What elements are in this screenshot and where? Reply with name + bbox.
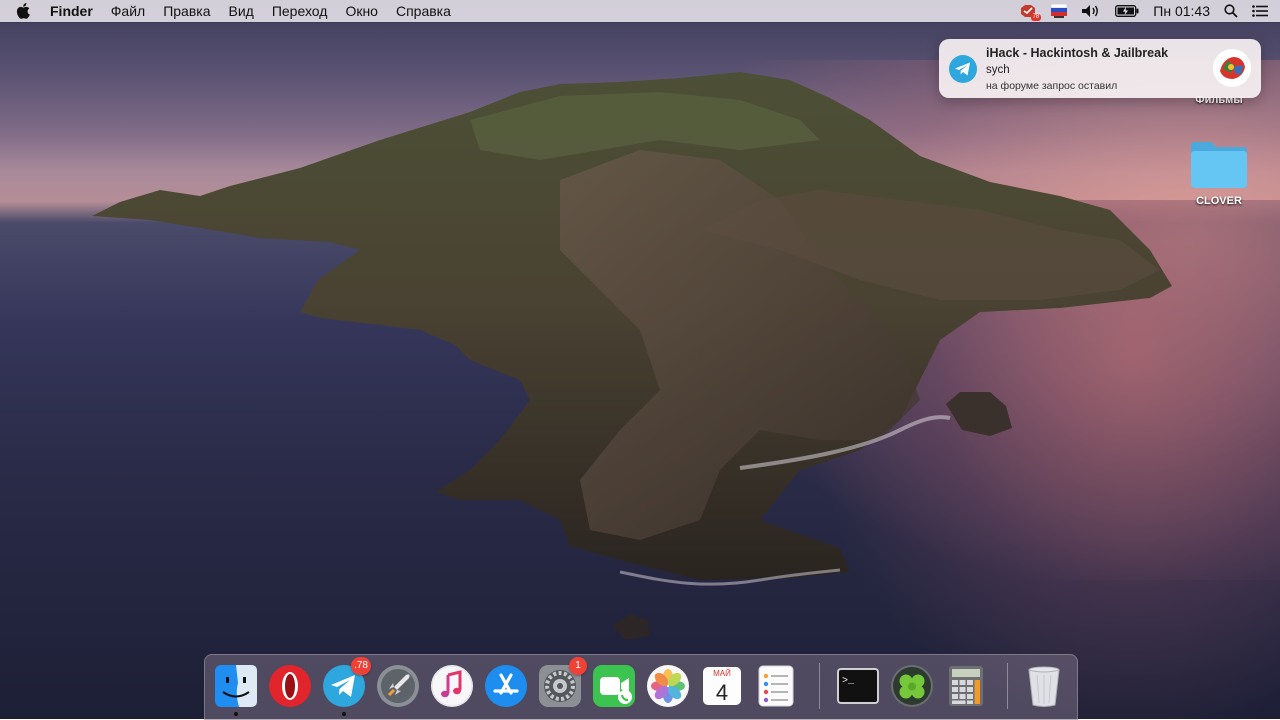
island-illustration <box>92 72 1172 640</box>
telegram-unread-badge: .78 <box>351 657 371 675</box>
clover-icon <box>889 663 935 709</box>
running-indicator <box>342 712 346 716</box>
launchpad-rocket-icon <box>375 663 421 709</box>
telegram-app-icon <box>949 55 977 83</box>
menu-finder[interactable]: Finder <box>50 3 93 19</box>
notification-banner[interactable]: iHack - Hackintosh & Jailbreak sych на ф… <box>939 39 1261 98</box>
menu-window[interactable]: Окно <box>345 3 378 19</box>
app-store-icon <box>483 663 529 709</box>
dock-app-calculator[interactable] <box>943 663 989 709</box>
menu-file[interactable]: Файл <box>111 3 145 19</box>
menu-edit[interactable]: Правка <box>163 3 210 19</box>
input-source-flag-icon[interactable] <box>1051 4 1068 18</box>
dock-app-launchpad[interactable] <box>375 663 421 709</box>
dock-app-trash[interactable] <box>1021 663 1067 709</box>
dock-app-app-store[interactable] <box>483 663 529 709</box>
dock-app-finder[interactable] <box>213 663 259 716</box>
photos-flower-icon <box>645 663 691 709</box>
dock-app-opera[interactable] <box>267 663 313 709</box>
antivirus-status-icon[interactable]: 78 <box>1019 4 1042 21</box>
calendar-month: МАЙ <box>713 669 731 678</box>
notification-center-icon[interactable] <box>1252 5 1268 17</box>
dock-app-terminal[interactable]: >_ <box>835 663 881 709</box>
updates-badge: 1 <box>569 657 587 675</box>
folder-icon <box>1189 142 1249 194</box>
dock-app-photos[interactable] <box>645 663 691 709</box>
calendar-icon: МАЙ 4 <box>703 667 741 705</box>
antivirus-badge: 78 <box>1030 14 1042 21</box>
dock-separator <box>1007 663 1008 709</box>
reminders-list-icon <box>753 663 799 709</box>
menu-go[interactable]: Переход <box>272 3 328 19</box>
dock-app-telegram[interactable]: .78 <box>321 657 371 716</box>
menu-help[interactable]: Справка <box>396 3 451 19</box>
calendar-day: 4 <box>716 680 728 705</box>
calculator-icon <box>943 663 989 709</box>
trash-icon <box>1021 663 1067 709</box>
opera-icon <box>267 663 313 709</box>
facetime-icon <box>591 663 637 709</box>
notification-body: на форуме запрос оставил <box>986 80 1118 92</box>
chat-avatar-icon <box>1213 49 1251 87</box>
desktop-item-clover[interactable]: CLOVER <box>1174 138 1264 207</box>
apple-menu-icon[interactable] <box>16 3 36 19</box>
desktop-wallpaper <box>0 0 1280 719</box>
finder-icon <box>213 663 259 709</box>
dock-app-itunes[interactable] <box>429 663 475 709</box>
dock-app-system-preferences[interactable]: 1 <box>537 657 587 709</box>
notification-title: iHack - Hackintosh & Jailbreak <box>986 46 1169 60</box>
notification-sender: sych <box>986 64 1010 76</box>
dock-app-reminders[interactable] <box>753 663 799 709</box>
dock-separator <box>819 663 820 709</box>
terminal-prompt: >_ <box>842 676 855 687</box>
itunes-note-icon <box>429 663 475 709</box>
menubar-clock[interactable]: Пн 01:43 <box>1153 3 1210 19</box>
terminal-icon: >_ <box>837 668 879 704</box>
battery-icon[interactable] <box>1115 5 1139 17</box>
volume-icon[interactable] <box>1081 4 1101 18</box>
spotlight-search-icon[interactable] <box>1224 4 1238 18</box>
dock: .78 1 МАЙ 4 >_ <box>204 654 1078 720</box>
dock-app-facetime[interactable] <box>591 663 637 709</box>
status-area: 78 Пн 01:43 <box>1005 0 1280 22</box>
menu-bar: Finder Файл Правка Вид Переход Окно Спра… <box>0 0 1280 22</box>
dock-app-calendar[interactable]: МАЙ 4 <box>699 663 745 709</box>
running-indicator <box>234 712 238 716</box>
desktop-item-label: CLOVER <box>1196 195 1242 207</box>
menu-view[interactable]: Вид <box>229 3 254 19</box>
dock-app-clover-configurator[interactable] <box>889 663 935 709</box>
